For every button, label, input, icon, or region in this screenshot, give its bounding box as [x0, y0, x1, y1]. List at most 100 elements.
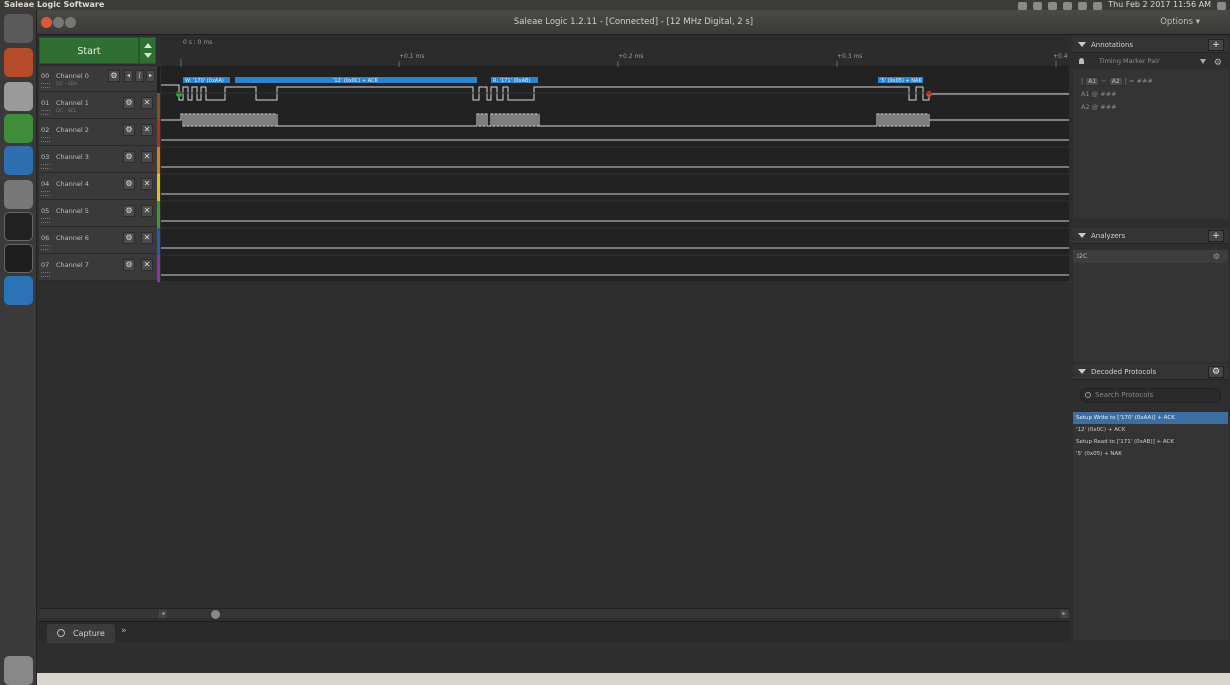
timing-marker-pair[interactable]: Timing Marker Pair ⚙ — [1073, 54, 1228, 69]
channel-row[interactable]: 02 Channel 2 ⚙ ✕ — [39, 120, 157, 146]
channel-row[interactable]: 07 Channel 7 ⚙ ✕ — [39, 255, 157, 281]
collapse-arrow-icon[interactable] — [1078, 369, 1086, 374]
trigger-off-icon[interactable]: ✕ — [141, 205, 153, 217]
drag-handle-icon[interactable] — [41, 137, 50, 142]
virtualbox-icon[interactable] — [4, 276, 33, 305]
gear-icon[interactable]: ⚙ — [123, 205, 135, 217]
battery-icon[interactable] — [1048, 1, 1058, 10]
decoded-protocols-header[interactable]: Decoded Protocols ⚙ — [1073, 364, 1228, 380]
waveform-svg: W: '170' (0xAA) '12' (0x0C) + ACK R: '17… — [161, 59, 1069, 276]
collapse-arrow-icon[interactable] — [1078, 42, 1086, 47]
capture-tab[interactable]: Capture — [47, 624, 115, 643]
channel-row[interactable]: 05 Channel 5 ⚙ ✕ — [39, 201, 157, 227]
gear-icon[interactable]: ⚙ — [123, 259, 135, 271]
chrome-icon[interactable] — [4, 114, 33, 143]
settings-gear-icon[interactable] — [1217, 1, 1226, 10]
drag-handle-icon[interactable] — [41, 110, 50, 115]
channel-row[interactable]: 06 Channel 6 ⚙ ✕ — [39, 228, 157, 254]
next-edge-icon[interactable]: ▸ — [146, 70, 155, 82]
gear-icon[interactable]: ⚙ — [123, 178, 135, 190]
gear-icon[interactable]: ⚙ — [123, 124, 135, 136]
gear-icon[interactable]: ⚙ — [123, 232, 135, 244]
scroll-right-icon[interactable]: ▸ — [1060, 610, 1068, 618]
analyzers-header[interactable]: Analyzers + — [1073, 228, 1228, 244]
clock[interactable]: Thu Feb 2 2017 11:56 AM — [1108, 0, 1211, 10]
gear-icon[interactable]: ⚙ — [123, 151, 135, 163]
gear-icon[interactable]: ⚙ — [123, 97, 135, 109]
trash-icon[interactable] — [4, 656, 33, 685]
terminal-icon[interactable] — [4, 212, 33, 241]
bottom-bar: Capture » — [39, 621, 1070, 643]
gear-icon[interactable]: ⚙ — [1214, 56, 1222, 71]
analyzer-item[interactable]: I2C ⚙ — [1073, 250, 1228, 263]
trigger-icon[interactable]: ∫ — [135, 70, 144, 82]
channel-name[interactable]: Channel 7 — [56, 261, 89, 269]
channel-number: 06 — [41, 234, 50, 242]
drag-handle-icon[interactable] — [41, 218, 50, 223]
channel-name[interactable]: Channel 1 — [56, 99, 89, 107]
volume-icon[interactable] — [1093, 1, 1103, 10]
protocol-row[interactable]: '5' (0x05) + NAK — [1073, 448, 1228, 460]
drag-handle-icon[interactable] — [41, 83, 50, 88]
trigger-off-icon[interactable]: ✕ — [141, 232, 153, 244]
decode-label: '12' (0x0C) + ACK — [333, 78, 379, 84]
marker-a2-button[interactable]: A2 — [1108, 77, 1123, 86]
start-options-arrows[interactable] — [139, 37, 156, 64]
gear-icon[interactable]: ⚙ — [108, 70, 120, 82]
drag-handle-icon[interactable] — [41, 191, 50, 196]
capture-tab-label: Capture — [73, 629, 105, 638]
protocol-row[interactable]: '12' (0x0C) + ACK — [1073, 424, 1228, 436]
decode-label: '5' (0x05) + NAK — [880, 78, 922, 84]
channel-name[interactable]: Channel 3 — [56, 153, 89, 161]
gear-icon[interactable]: ⚙ — [1208, 366, 1224, 378]
expand-icon[interactable]: » — [121, 626, 135, 640]
pin-icon — [1079, 58, 1084, 64]
drag-handle-icon[interactable] — [41, 272, 50, 277]
prev-edge-icon[interactable]: ◂ — [124, 70, 133, 82]
annotations-header[interactable]: Annotations + — [1073, 37, 1228, 53]
drag-handle-icon[interactable] — [41, 245, 50, 250]
channel-color-strip — [157, 228, 160, 255]
marker-a1-button[interactable]: A1 — [1085, 77, 1100, 86]
saleae-logic-icon[interactable] — [4, 244, 33, 273]
software-center-icon[interactable] — [4, 180, 33, 209]
options-menu[interactable]: Options ▾ — [1160, 17, 1200, 27]
waveform-view[interactable]: 0 s : 0 ms +0.1 ms +0.2 ms +0.3 ms +0.4 — [161, 37, 1069, 281]
mail-icon[interactable] — [1078, 1, 1088, 10]
channel-row[interactable]: 00 Channel 0 I2C - SDA ⚙ ◂ ∫ ▸ — [39, 66, 157, 92]
channel-row[interactable]: 03 Channel 3 ⚙ ✕ — [39, 147, 157, 173]
trigger-off-icon[interactable]: ✕ — [141, 259, 153, 271]
channel-row[interactable]: 01 Channel 1 I2C - SCL ⚙ ✕ — [39, 93, 157, 119]
add-analyzer-icon[interactable]: + — [1208, 230, 1224, 242]
keyboard-icon[interactable] — [1063, 1, 1073, 10]
dash-icon[interactable] — [4, 14, 33, 43]
protocol-row[interactable]: Setup Read to ['171' (0xAB)] + ACK — [1073, 436, 1228, 448]
files-icon[interactable] — [4, 48, 33, 77]
protocol-row[interactable]: Setup Write to ['170' (0xAA)] + ACK — [1073, 412, 1228, 424]
dropdown-icon[interactable] — [1200, 59, 1206, 64]
collapse-arrow-icon[interactable] — [1078, 233, 1086, 238]
chrome-tray-icon[interactable] — [1033, 1, 1043, 10]
trigger-off-icon[interactable]: ✕ — [141, 97, 153, 109]
trigger-off-icon[interactable]: ✕ — [141, 178, 153, 190]
search-protocols-input[interactable]: Search Protocols — [1080, 388, 1221, 403]
scroll-left-icon[interactable]: ◂ — [159, 610, 167, 618]
trigger-off-icon[interactable]: ✕ — [141, 151, 153, 163]
trigger-off-icon[interactable]: ✕ — [141, 124, 153, 136]
start-button[interactable]: Start — [39, 37, 139, 64]
network-icon[interactable] — [1018, 1, 1028, 10]
scroll-thumb[interactable] — [211, 610, 220, 619]
channel-name[interactable]: Channel 5 — [56, 207, 89, 215]
channel-name[interactable]: Channel 6 — [56, 234, 89, 242]
drag-handle-icon[interactable] — [41, 164, 50, 169]
channel-name[interactable]: Channel 2 — [56, 126, 89, 134]
horizontal-scrollbar[interactable]: ◂ ▸ — [39, 608, 1070, 619]
thunderbird-icon[interactable] — [4, 146, 33, 175]
channel-row[interactable]: 04 Channel 4 ⚙ ✕ — [39, 174, 157, 200]
channel-name[interactable]: Channel 4 — [56, 180, 89, 188]
drive-icon[interactable] — [4, 82, 33, 111]
gear-icon[interactable]: ⚙ — [1213, 250, 1220, 263]
channel-name[interactable]: Channel 0 — [56, 72, 89, 80]
add-annotation-icon[interactable]: + — [1208, 39, 1224, 51]
decode-bubbles — [183, 77, 923, 83]
